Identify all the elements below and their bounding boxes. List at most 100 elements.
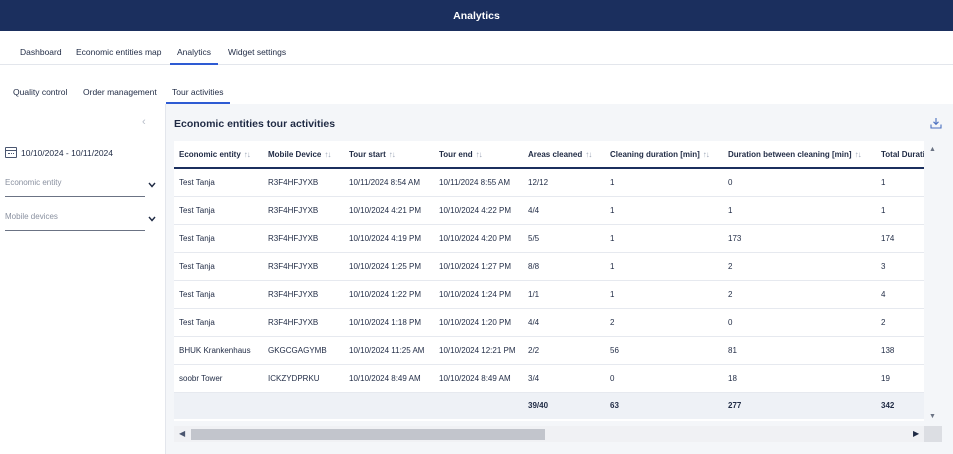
table-cell: 2 (605, 308, 723, 337)
table-cell: 2 (876, 308, 924, 337)
table-cell: R3F4HFJYXB (263, 308, 344, 337)
table-row[interactable]: Test Tanja R3F4HFJYXB 10/10/2024 1:18 PM 10… (174, 308, 924, 337)
tab-tour-activities[interactable]: Tour activities (166, 65, 230, 104)
mobile-devices-select[interactable]: Mobile devices (5, 211, 156, 231)
tab-widget-settings[interactable]: Widget settings (228, 31, 286, 65)
total-cell (344, 392, 434, 419)
column-header[interactable]: Tour end ↑↓ (434, 141, 523, 169)
sort-icon[interactable]: ↑↓ (324, 150, 331, 159)
tab-economic-entities-map[interactable]: Economic entities map (76, 31, 162, 65)
economic-entity-select[interactable]: Economic entity (5, 177, 156, 197)
sort-icon[interactable]: ↑↓ (855, 150, 862, 159)
table-cell: 4/4 (523, 196, 605, 225)
table-cell: 10/10/2024 8:49 AM (434, 364, 523, 393)
table-cell: 4 (876, 280, 924, 309)
table-cell: 10/10/2024 1:25 PM (344, 252, 434, 281)
table-row[interactable]: Test Tanja R3F4HFJYXB 10/10/2024 1:25 PM 10… (174, 252, 924, 281)
table-cell: R3F4HFJYXB (263, 224, 344, 253)
table-cell: R3F4HFJYXB (263, 168, 344, 197)
table-cell: 10/11/2024 8:54 AM (344, 168, 434, 197)
sort-icon[interactable]: ↑↓ (703, 150, 710, 159)
filter-sidebar: ‹ 10/10/2024 - 10/11/2024 Economic entit… (0, 104, 166, 454)
table-cell: BHUK Krankenhaus (174, 336, 263, 365)
sort-icon[interactable]: ↑↓ (389, 150, 396, 159)
download-icon[interactable] (930, 117, 942, 129)
table-cell: 2 (723, 252, 876, 281)
economic-entity-placeholder: Economic entity (5, 178, 62, 187)
column-header[interactable]: Total Duration [min]↑↓ (876, 141, 924, 169)
scrollbar-thumb[interactable] (191, 429, 545, 440)
table-cell: R3F4HFJYXB (263, 196, 344, 225)
scroll-left-icon[interactable]: ◀ (179, 429, 185, 438)
table-row[interactable]: BHUK Krankenhaus GKGCGAGYMB 10/10/2024 11:… (174, 336, 924, 365)
table-row[interactable]: Test Tanja R3F4HFJYXB 10/11/2024 8:54 AM 10… (174, 168, 924, 197)
table-cell: Test Tanja (174, 252, 263, 281)
tab-analytics[interactable]: Analytics (170, 31, 219, 65)
tour-activities-table: Economic entity ↑↓ Mobile Device ↑↓ Tour sta… (174, 141, 924, 421)
table-row[interactable]: Test Tanja R3F4HFJYXB 10/10/2024 1:22 PM 10… (174, 280, 924, 309)
table-cell: ICKZYDPRKU (263, 364, 344, 393)
sort-icon[interactable]: ↑↓ (476, 150, 483, 159)
table-cell: 5/5 (523, 224, 605, 253)
table-cell: soobr Tower (174, 364, 263, 393)
app-header: Analytics (0, 0, 953, 31)
scroll-right-icon[interactable]: ▶ (913, 429, 919, 438)
table-cell: R3F4HFJYXB (263, 252, 344, 281)
column-header-label: Total Duration [min] (881, 149, 924, 159)
table-totals-row: 39/40 63 277 342 (174, 392, 924, 419)
secondary-nav: Quality control Order management Tour ac… (0, 65, 953, 104)
column-header[interactable]: Tour start ↑↓ (344, 141, 434, 169)
table-row[interactable]: Test Tanja R3F4HFJYXB 10/10/2024 4:21 PM 10… (174, 196, 924, 225)
column-header[interactable]: Mobile Device ↑↓ (263, 141, 344, 169)
column-header[interactable]: Duration between cleaning [min] ↑↓ (723, 141, 876, 169)
collapse-sidebar-icon[interactable]: ‹ (142, 116, 146, 128)
table-cell: 2 (723, 280, 876, 309)
table-cell: Test Tanja (174, 308, 263, 337)
total-cell: 277 (723, 392, 876, 419)
sort-icon[interactable]: ↑↓ (585, 150, 592, 159)
table-header-row: Economic entity ↑↓ Mobile Device ↑↓ Tour sta… (174, 141, 924, 169)
table-row[interactable]: Test Tanja R3F4HFJYXB 10/10/2024 4:19 PM 10… (174, 224, 924, 253)
tab-quality-control[interactable]: Quality control (13, 65, 67, 104)
table-cell: 81 (723, 336, 876, 365)
table-cell: 10/10/2024 4:20 PM (434, 224, 523, 253)
table-cell: 10/10/2024 1:18 PM (344, 308, 434, 337)
total-cell (434, 392, 523, 419)
table-row[interactable]: soobr Tower ICKZYDPRKU 10/10/2024 8:49 AM 1… (174, 364, 924, 393)
table-cell: 0 (723, 168, 876, 197)
table-cell: GKGCGAGYMB (263, 336, 344, 365)
column-header[interactable]: Cleaning duration [min] ↑↓ (605, 141, 723, 169)
table-cell: 1 (605, 252, 723, 281)
column-header[interactable]: Economic entity ↑↓ (174, 141, 263, 169)
table-cell: 3/4 (523, 364, 605, 393)
table-cell: 1 (876, 168, 924, 197)
table-cell: 8/8 (523, 252, 605, 281)
section-title: Economic entities tour activities (174, 118, 336, 130)
date-range-picker[interactable]: 10/10/2024 - 10/11/2024 (5, 147, 113, 158)
table-cell: 1 (876, 196, 924, 225)
total-cell (263, 392, 344, 419)
primary-nav: Dashboard Economic entities map Analytic… (0, 31, 953, 65)
table-cell: 10/10/2024 4:19 PM (344, 224, 434, 253)
scrollbar-corner (924, 426, 942, 442)
table-cell: 10/10/2024 4:22 PM (434, 196, 523, 225)
table-cell: R3F4HFJYXB (263, 280, 344, 309)
table-cell: 56 (605, 336, 723, 365)
table-cell: 10/10/2024 11:25 AM (344, 336, 434, 365)
table-cell: 10/10/2024 1:20 PM (434, 308, 523, 337)
table-cell: 1 (605, 168, 723, 197)
tab-dashboard[interactable]: Dashboard (20, 31, 62, 65)
table-cell: 10/11/2024 8:55 AM (434, 168, 523, 197)
table-cell: 4/4 (523, 308, 605, 337)
scroll-up-icon[interactable]: ▲ (929, 146, 936, 153)
tab-order-management[interactable]: Order management (83, 65, 157, 104)
table-cell: 0 (723, 308, 876, 337)
horizontal-scrollbar[interactable]: ◀ ▶ (174, 426, 924, 442)
sort-icon[interactable]: ↑↓ (244, 150, 251, 159)
vertical-scrollbar[interactable]: ▲ ▼ (924, 141, 944, 427)
table-cell: 1 (605, 224, 723, 253)
column-header-label: Tour end (439, 149, 473, 159)
scroll-down-icon[interactable]: ▼ (929, 413, 936, 420)
column-header-label: Tour start (349, 149, 386, 159)
column-header[interactable]: Areas cleaned ↑↓ (523, 141, 605, 169)
